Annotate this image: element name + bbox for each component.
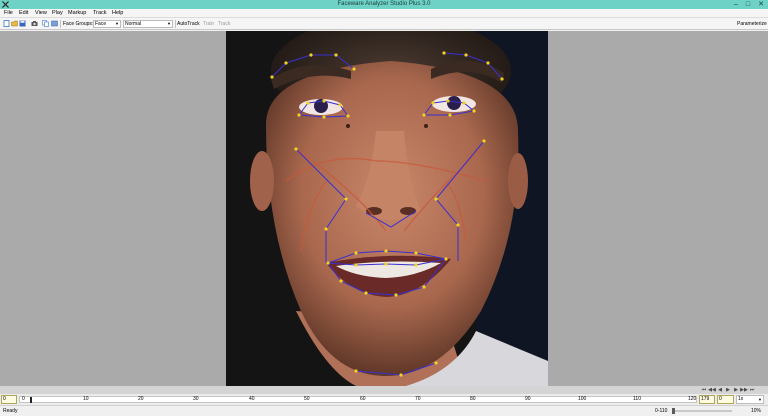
- ruler-tick: 60: [360, 396, 366, 402]
- close-button[interactable]: ✕: [755, 0, 767, 9]
- video-frame[interactable]: [226, 31, 548, 386]
- autotrack-button[interactable]: AutoTrack: [177, 21, 200, 27]
- ruler-tick: 20: [138, 396, 144, 402]
- face-group-select[interactable]: Face ▼: [93, 20, 121, 28]
- transport-controls: ⏮ ◀◀ ◀ ▶ ▶ ▶▶ ⏭: [700, 386, 762, 394]
- menu-edit[interactable]: Edit: [19, 10, 28, 16]
- ruler-tick: 50: [304, 396, 310, 402]
- chevron-down-icon: ▼: [758, 397, 762, 402]
- face-groups-label: Face Groups:: [63, 21, 94, 27]
- ruler-tick: 80: [470, 396, 476, 402]
- mode-value: Normal: [125, 21, 142, 27]
- range-start-field[interactable]: 0: [717, 395, 734, 404]
- menu-view[interactable]: View: [35, 10, 47, 16]
- ruler-tick: 10: [83, 396, 89, 402]
- first-frame-icon[interactable]: ⏮: [700, 386, 708, 394]
- save-icon[interactable]: [19, 20, 26, 27]
- status-text: Ready: [3, 408, 18, 414]
- maximize-button[interactable]: □: [742, 0, 754, 9]
- open-icon[interactable]: [11, 20, 18, 27]
- frame-range-text: 0-110: [655, 408, 668, 414]
- ruler-tick: 0: [22, 396, 25, 402]
- toolbar: Face Groups: Face ▼ Normal ▼ AutoTrack T…: [0, 18, 768, 30]
- menu-bar: File Edit View Play Markup Track Help: [0, 9, 768, 18]
- toolbar-separator: [60, 20, 61, 28]
- last-frame-icon[interactable]: ⏭: [748, 386, 756, 394]
- ruler-tick: 120: [688, 396, 697, 402]
- zoom-level: 10%: [751, 408, 762, 414]
- menu-help[interactable]: Help: [112, 10, 123, 16]
- menu-track[interactable]: Track: [93, 10, 107, 16]
- face-image[interactable]: [226, 31, 548, 386]
- settings-icon[interactable]: [51, 20, 58, 27]
- face-group-value: Face: [95, 21, 107, 27]
- copy-icon[interactable]: [42, 20, 49, 27]
- menu-play[interactable]: Play: [52, 10, 63, 16]
- train-button[interactable]: Train: [203, 21, 214, 27]
- chevron-down-icon: ▼: [167, 21, 171, 26]
- timebar: 0 0 10 20 30 40 50 60 70 80 90 100 110 1…: [0, 394, 768, 405]
- title-bar: Faceware Analyzer Studio Plus 3.0 – □ ✕: [0, 0, 768, 9]
- ruler-tick: 40: [249, 396, 255, 402]
- parameterize-button[interactable]: Parameterize: [737, 21, 767, 27]
- ruler-tick: 100: [578, 396, 587, 402]
- video-viewport[interactable]: [0, 31, 768, 386]
- next-key-icon[interactable]: ▶▶: [740, 386, 748, 394]
- speed-value: 1x: [738, 396, 744, 402]
- prev-frame-icon[interactable]: ◀: [716, 386, 724, 394]
- zoom-slider[interactable]: [672, 408, 732, 414]
- toolbar-separator: [175, 20, 176, 28]
- prev-key-icon[interactable]: ◀◀: [708, 386, 716, 394]
- timeline-track[interactable]: [0, 386, 768, 394]
- track-button[interactable]: Track: [218, 21, 230, 27]
- status-bar: Ready 0-110 10%: [0, 405, 768, 416]
- end-frame-field[interactable]: 179: [699, 395, 715, 404]
- playhead[interactable]: [30, 397, 32, 403]
- window-title: Faceware Analyzer Studio Plus 3.0: [337, 1, 431, 7]
- ruler-tick: 70: [415, 396, 421, 402]
- timeline-ruler[interactable]: 0 10 20 30 40 50 60 70 80 90 100 110 120: [19, 396, 697, 403]
- camera-icon[interactable]: [31, 20, 38, 27]
- zoom-slider-thumb[interactable]: [672, 408, 675, 414]
- new-icon[interactable]: [3, 20, 10, 27]
- next-frame-icon[interactable]: ▶: [732, 386, 740, 394]
- chevron-down-icon: ▼: [115, 21, 119, 26]
- menu-file[interactable]: File: [4, 10, 13, 16]
- mode-select[interactable]: Normal ▼: [123, 20, 173, 28]
- play-icon[interactable]: ▶: [724, 386, 732, 394]
- minimize-button[interactable]: –: [730, 0, 742, 9]
- ruler-tick: 30: [193, 396, 199, 402]
- menu-markup[interactable]: Markup: [68, 10, 86, 16]
- current-frame-field[interactable]: 0: [1, 395, 17, 404]
- speed-select[interactable]: 1x ▼: [736, 395, 764, 404]
- ruler-tick: 90: [525, 396, 531, 402]
- ruler-tick: 110: [633, 396, 641, 402]
